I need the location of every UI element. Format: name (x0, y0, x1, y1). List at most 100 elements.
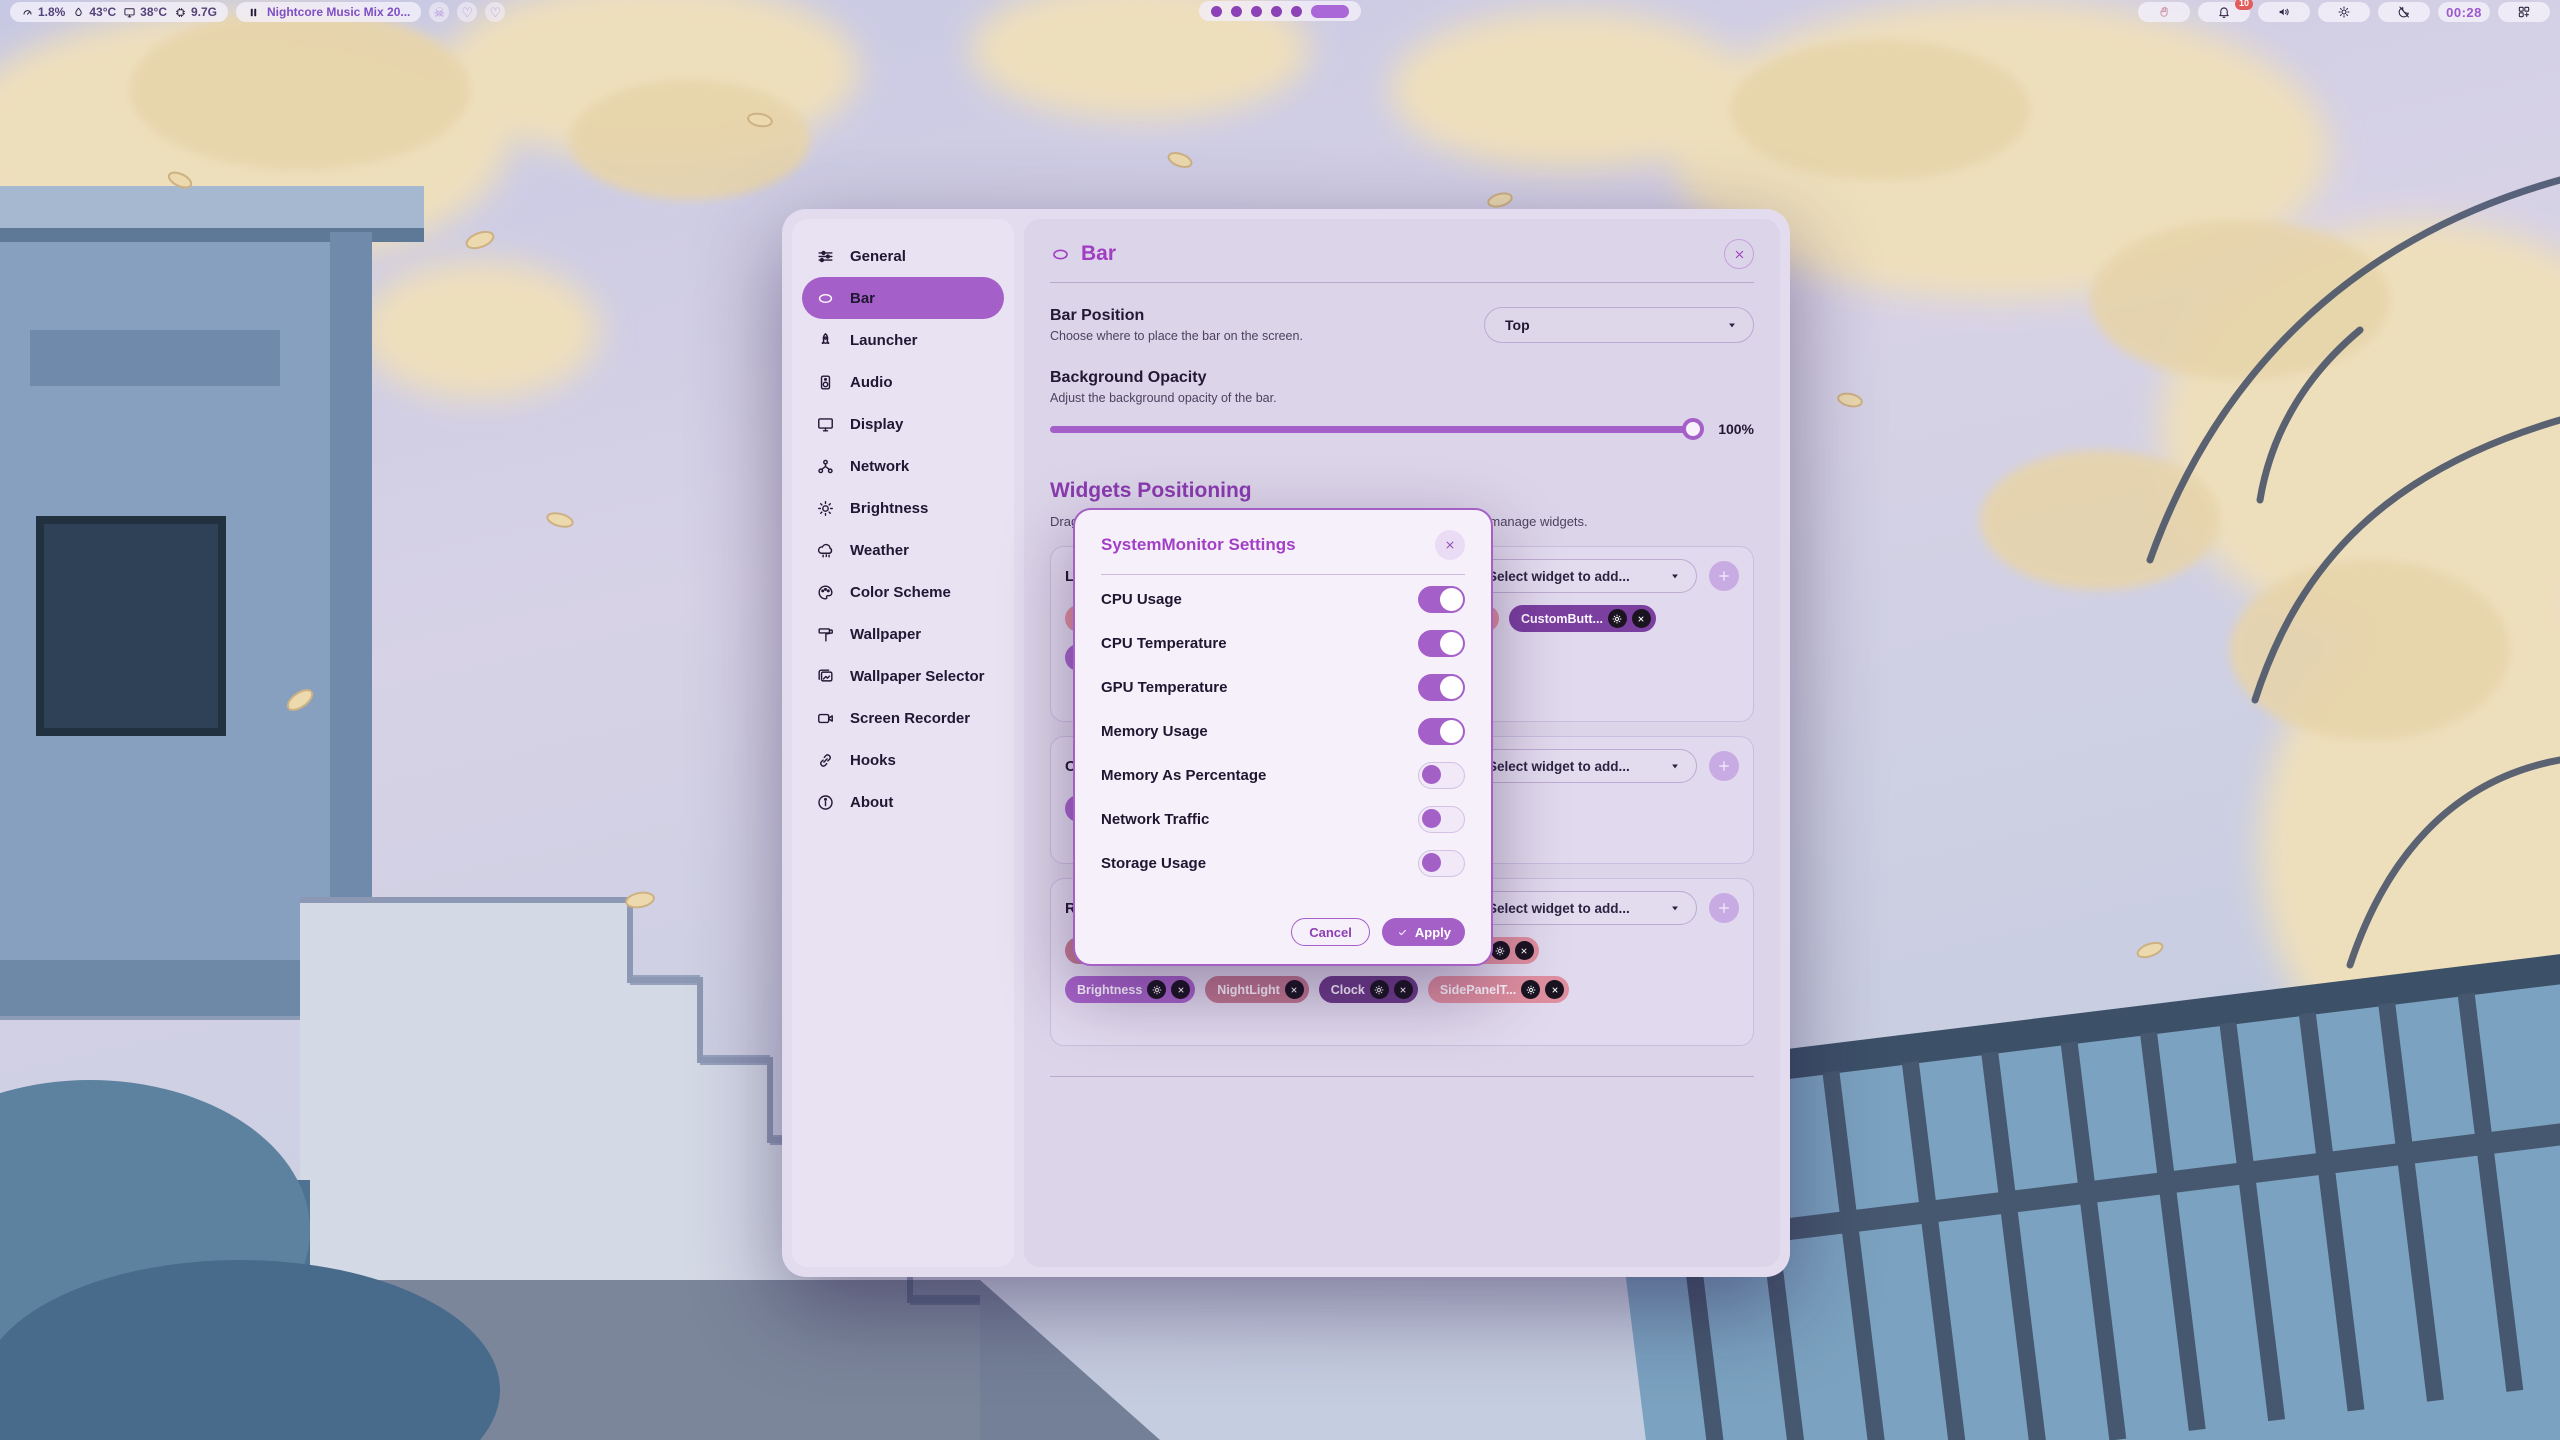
widget-chip[interactable]: CustomButt... (1509, 605, 1656, 632)
toggle-label: CPU Usage (1101, 591, 1182, 608)
volume-module[interactable] (2258, 2, 2310, 22)
toggle-switch[interactable] (1418, 762, 1465, 789)
divider (1101, 574, 1465, 575)
sliders-icon (816, 247, 835, 266)
chip-remove-button[interactable] (1171, 980, 1190, 999)
add-widget-button[interactable] (1709, 893, 1739, 923)
x-icon (1635, 613, 1647, 625)
chip-settings-button[interactable] (1147, 980, 1166, 999)
gesture-module[interactable] (2138, 2, 2190, 22)
workspaces-widget[interactable] (1199, 1, 1361, 21)
stat-value: 38°C (140, 5, 167, 19)
background-opacity-block: Background Opacity Adjust the background… (1050, 369, 1754, 437)
add-widget-button[interactable] (1709, 751, 1739, 781)
add-widget-button[interactable] (1709, 561, 1739, 591)
sidebar-item-label: Wallpaper (850, 626, 921, 643)
chip-settings-button[interactable] (1521, 980, 1540, 999)
sidebar-item-launcher[interactable]: Launcher (802, 319, 1004, 361)
cancel-button[interactable]: Cancel (1291, 918, 1370, 946)
chip-remove-button[interactable] (1632, 609, 1651, 628)
toggle-row-memory-as-percentage: Memory As Percentage (1101, 753, 1465, 797)
chip-settings-button[interactable] (1491, 941, 1510, 960)
workspace-dot[interactable] (1211, 6, 1222, 17)
toggle-switch[interactable] (1418, 630, 1465, 657)
add-widget-dropdown[interactable]: Select widget to add... (1467, 891, 1697, 925)
stat-item: 43°C (72, 5, 116, 19)
toggle-knob (1422, 809, 1441, 828)
toggle-knob (1422, 853, 1441, 872)
chip-remove-button[interactable] (1285, 980, 1304, 999)
chip-remove-button[interactable] (1394, 980, 1413, 999)
toggle-switch[interactable] (1418, 850, 1465, 877)
sidebar-item-wallpaper[interactable]: Wallpaper (802, 613, 1004, 655)
moon-slash-module[interactable] (2378, 2, 2430, 22)
media-widget[interactable]: Nightcore Music Mix 20... (236, 2, 421, 22)
gear-icon (1525, 984, 1537, 996)
sidebar-item-hooks[interactable]: Hooks (802, 739, 1004, 781)
x-icon (1288, 984, 1300, 996)
sidebar-item-wallpaper-selector[interactable]: Wallpaper Selector (802, 655, 1004, 697)
chip-label: Brightness (1077, 983, 1142, 997)
chip-remove-button[interactable] (1545, 980, 1564, 999)
add-widget-dropdown[interactable]: Select widget to add... (1467, 749, 1697, 783)
sun-module[interactable] (2318, 2, 2370, 22)
sidebar-item-network[interactable]: Network (802, 445, 1004, 487)
divider (1050, 1076, 1754, 1077)
window-close-button[interactable] (1724, 239, 1754, 269)
widget-chip[interactable]: Clock (1319, 976, 1418, 1003)
network-icon (816, 457, 835, 476)
workspace-dot[interactable] (1251, 6, 1262, 17)
close-icon (1732, 247, 1747, 262)
sidebar-item-screen-recorder[interactable]: Screen Recorder (802, 697, 1004, 739)
notification-badge: 10 (2235, 0, 2253, 10)
slider-handle[interactable] (1682, 418, 1704, 440)
widget-chip[interactable]: SidePanelT... (1428, 976, 1569, 1003)
widget-chip[interactable]: Brightness (1065, 976, 1195, 1003)
apply-label: Apply (1415, 925, 1451, 940)
dashboard-module[interactable] (2498, 2, 2550, 22)
media-title: Nightcore Music Mix 20... (267, 5, 410, 19)
workspace-dot[interactable] (1271, 6, 1282, 17)
sidebar-item-audio[interactable]: Audio (802, 361, 1004, 403)
toggle-switch[interactable] (1418, 806, 1465, 833)
workspace-active[interactable] (1311, 5, 1349, 18)
sidebar-item-brightness[interactable]: Brightness (802, 487, 1004, 529)
toggle-row-memory-usage: Memory Usage (1101, 709, 1465, 753)
sidebar-item-color-scheme[interactable]: Color Scheme (802, 571, 1004, 613)
gear-icon (1611, 613, 1623, 625)
sidebar-item-about[interactable]: About (802, 781, 1004, 823)
widget-chip[interactable]: NightLight (1205, 976, 1308, 1003)
chip-settings-button[interactable] (1608, 609, 1627, 628)
sidebar-item-general[interactable]: General (802, 235, 1004, 277)
dialog-close-button[interactable] (1435, 530, 1465, 560)
x-icon (1549, 984, 1561, 996)
workspace-dot[interactable] (1291, 6, 1302, 17)
chip-remove-button[interactable] (1515, 941, 1534, 960)
monitor-icon (123, 6, 136, 19)
bell-module[interactable]: 10 (2198, 2, 2250, 22)
toggle-switch[interactable] (1418, 718, 1465, 745)
clock-widget[interactable]: 00:28 (2438, 2, 2490, 22)
roller-icon (816, 625, 835, 644)
toggle-switch[interactable] (1418, 586, 1465, 613)
chip-settings-button[interactable] (1370, 980, 1389, 999)
heart-button[interactable]: ♡ (485, 2, 505, 22)
apply-button[interactable]: Apply (1382, 918, 1465, 946)
chevron-down-icon (1668, 569, 1682, 583)
skull-icon: ☠ (434, 6, 446, 19)
add-widget-dropdown[interactable]: Select widget to add... (1467, 559, 1697, 593)
page-title: Bar (1081, 242, 1116, 266)
sidebar-item-display[interactable]: Display (802, 403, 1004, 445)
background-opacity-slider[interactable] (1050, 426, 1700, 433)
heart-icon: ♡ (490, 6, 502, 19)
chip-row: Brightness NightLight Clock SidePanelT..… (1065, 976, 1739, 1003)
bar-position-dropdown[interactable]: Top (1484, 307, 1754, 343)
toggle-switch[interactable] (1418, 674, 1465, 701)
bar-icon (816, 289, 835, 308)
heart-button[interactable]: ♡ (457, 2, 477, 22)
sidebar-item-bar[interactable]: Bar (802, 277, 1004, 319)
sidebar-item-weather[interactable]: Weather (802, 529, 1004, 571)
skull-button[interactable]: ☠ (429, 2, 449, 22)
system-stats-widget[interactable]: 1.8% 43°C 38°C 9.7G (10, 2, 228, 22)
workspace-dot[interactable] (1231, 6, 1242, 17)
